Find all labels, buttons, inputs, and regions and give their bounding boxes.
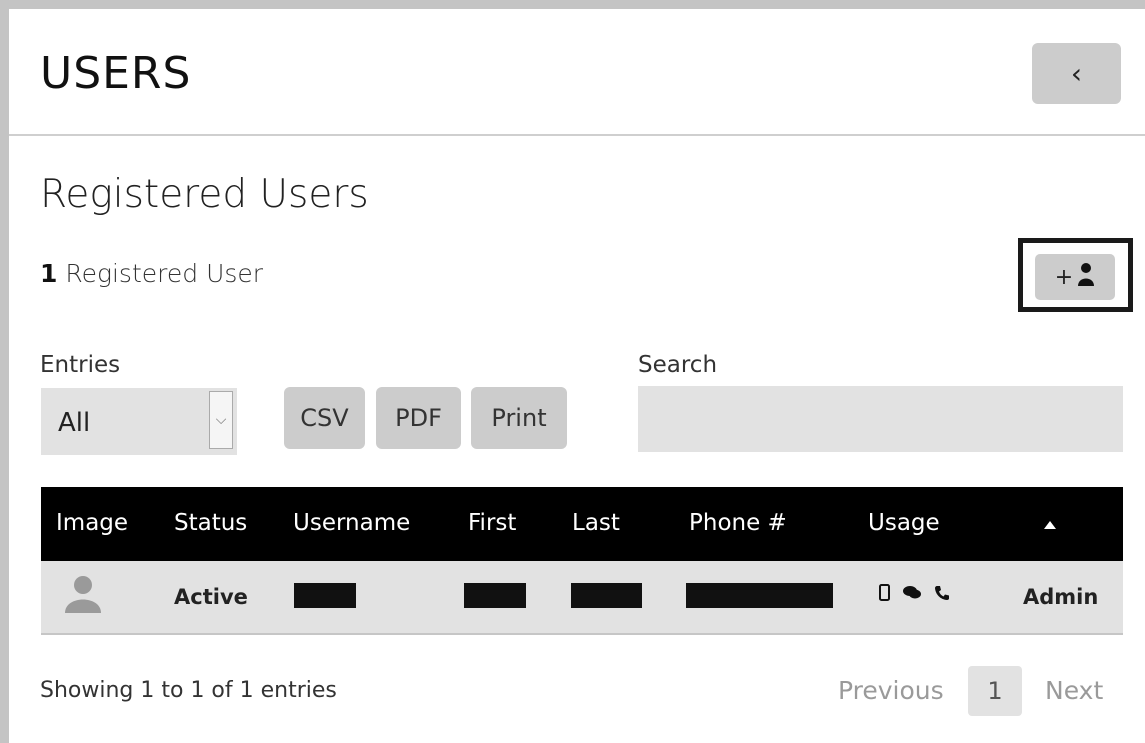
entries-select-value: All <box>58 408 91 438</box>
plus-icon: + <box>1054 264 1074 290</box>
first-name-redacted <box>464 583 526 608</box>
entries-select[interactable]: All ⌵ <box>41 388 237 455</box>
frame-left-border <box>0 0 9 743</box>
chevron-down-icon[interactable]: ⌵ <box>209 391 233 449</box>
section-title: Registered Users <box>40 172 369 217</box>
status-cell: Active <box>174 585 248 609</box>
back-button[interactable]: ‹ <box>1032 43 1121 104</box>
add-user-button[interactable]: + <box>1035 254 1115 300</box>
usage-icons <box>879 584 950 601</box>
search-input[interactable] <box>638 386 1123 452</box>
search-label: Search <box>638 352 718 378</box>
pagination-previous[interactable]: Previous <box>838 676 944 705</box>
column-status[interactable]: Status <box>174 510 247 536</box>
phone-icon <box>934 585 950 601</box>
phone-redacted <box>686 583 833 608</box>
mobile-icon <box>879 584 890 601</box>
registered-count: 1 Registered User <box>40 259 263 288</box>
column-image[interactable]: Image <box>56 510 128 536</box>
print-button[interactable]: Print <box>471 387 567 449</box>
entries-label: Entries <box>40 352 121 378</box>
column-username[interactable]: Username <box>293 510 410 536</box>
page-title: USERS <box>40 48 192 99</box>
username-redacted <box>294 583 356 608</box>
entries-info: Showing 1 to 1 of 1 entries <box>40 678 337 703</box>
column-phone[interactable]: Phone # <box>689 510 787 536</box>
registered-count-label: Registered User <box>65 259 264 288</box>
user-icon <box>1077 262 1095 292</box>
pagination-page-1[interactable]: 1 <box>968 666 1022 716</box>
last-name-redacted <box>571 583 642 608</box>
column-first[interactable]: First <box>468 510 516 536</box>
chevron-left-icon: ‹ <box>1070 57 1083 90</box>
sort-ascending-icon[interactable] <box>1044 521 1056 529</box>
column-usage[interactable]: Usage <box>868 510 940 536</box>
registered-count-number: 1 <box>40 259 58 288</box>
table-header: Image Status Username First Last Phone #… <box>41 487 1123 561</box>
avatar-icon <box>63 575 103 613</box>
frame-top-border <box>0 0 1145 9</box>
add-user-highlight: + <box>1018 238 1133 312</box>
pdf-button[interactable]: PDF <box>376 387 461 449</box>
role-cell: Admin <box>1023 585 1099 609</box>
header-divider <box>9 134 1145 136</box>
pagination-next[interactable]: Next <box>1045 676 1103 705</box>
chat-icon <box>902 585 922 600</box>
column-last[interactable]: Last <box>572 510 620 536</box>
csv-button[interactable]: CSV <box>284 387 365 449</box>
table-row[interactable]: Active Admin <box>41 561 1123 635</box>
